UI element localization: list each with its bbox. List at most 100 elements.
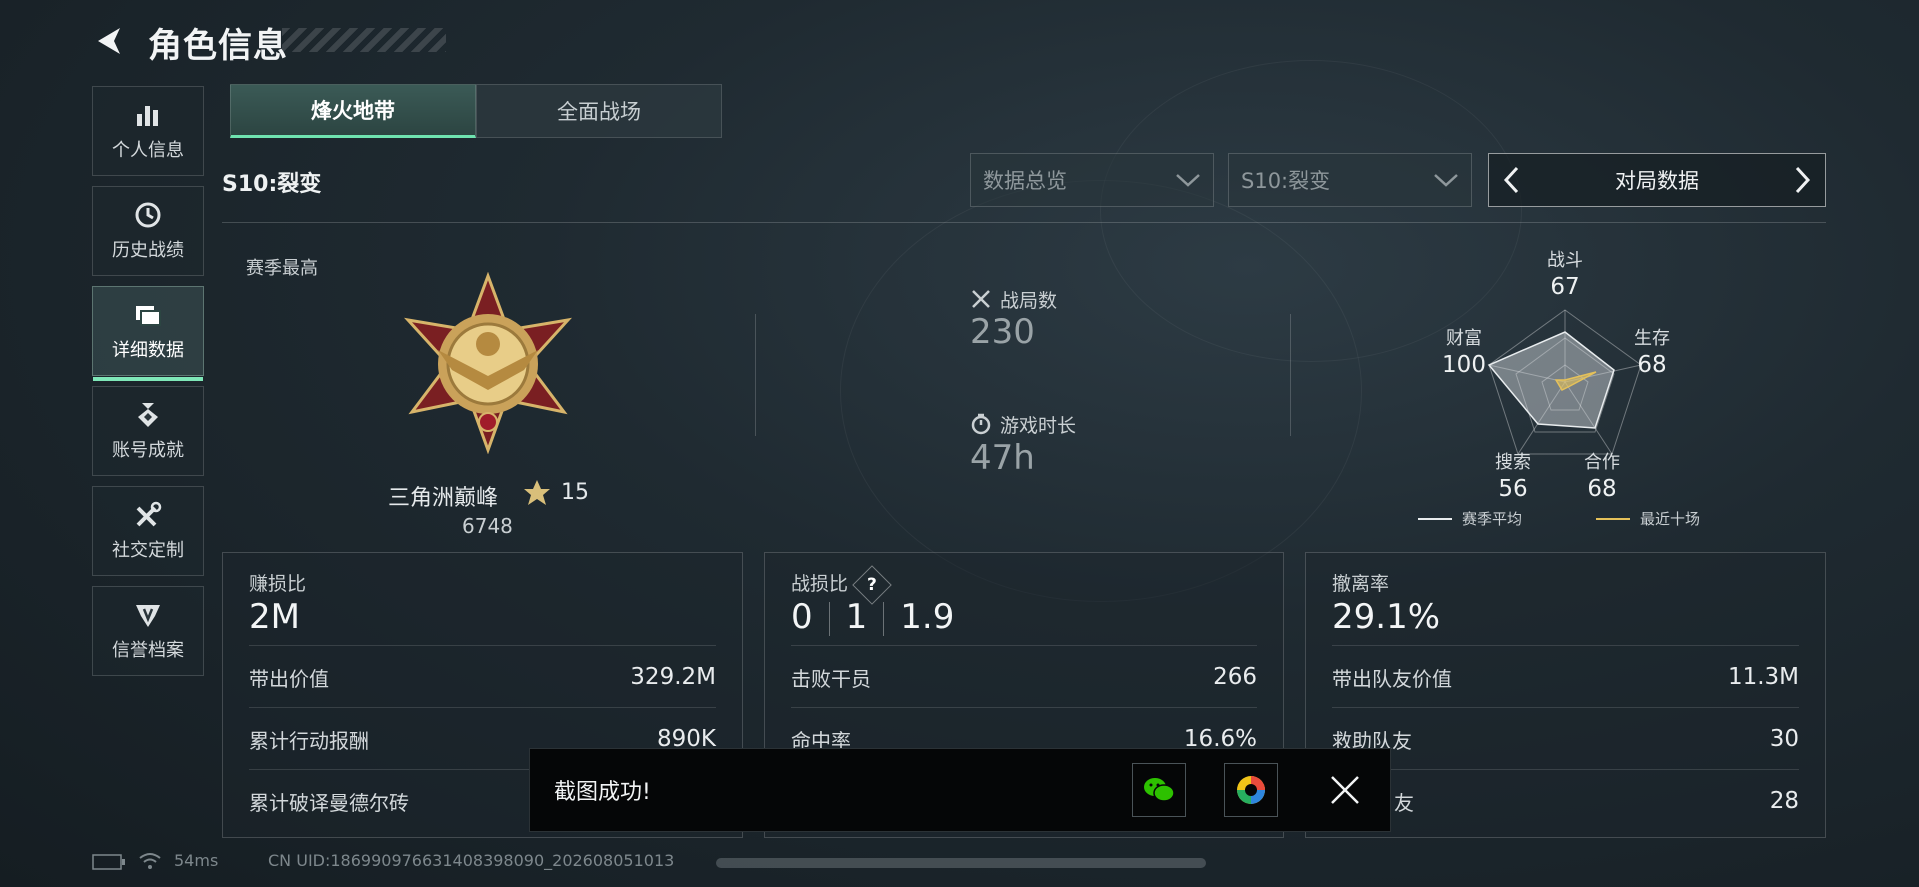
radar-axis-combat-value: 67 — [1550, 274, 1580, 300]
kd-value: 0 — [791, 597, 813, 637]
tab-firezone[interactable]: 烽火地带 — [230, 84, 476, 138]
next-button[interactable] — [1781, 154, 1825, 206]
stat-row-value: 11.3M — [1727, 664, 1799, 690]
panel-title: 撤离率 — [1332, 573, 1390, 595]
playtime-value: 47h — [970, 438, 1035, 478]
kd-value: 1 — [845, 597, 868, 637]
sidebar-item-label: 个人信息 — [112, 140, 184, 161]
horizontal-scrollbar[interactable] — [716, 858, 1206, 868]
radar-axis-survival-value: 68 — [1637, 352, 1667, 378]
rank-badge-icon — [403, 272, 573, 454]
kd-values: 0 1 1.9 — [791, 597, 954, 637]
history-clock-icon — [135, 202, 161, 228]
dropdown-value: 数据总览 — [983, 169, 1067, 193]
legend-season-avg-swatch — [1418, 518, 1452, 520]
kd-value: 1.9 — [900, 597, 955, 637]
sidebar-item-label: 账号成就 — [112, 440, 184, 461]
ping-readout: 54ms — [174, 851, 219, 870]
panel-title: 赚损比 — [249, 573, 307, 595]
moments-aperture-icon — [1237, 776, 1265, 804]
radar-axis-wealth-label: 财富 — [1446, 328, 1482, 349]
title-decoration — [282, 28, 446, 52]
tab-battlefield[interactable]: 全面战场 — [476, 84, 722, 138]
dropdown-value: S10:裂变 — [1241, 169, 1331, 193]
season-dropdown[interactable]: S10:裂变 — [1228, 153, 1472, 207]
help-icon-glyph: ? — [867, 575, 877, 595]
chevron-down-icon — [1434, 174, 1458, 187]
back-arrow-icon[interactable] — [92, 24, 126, 58]
stat-row-value: 329.2M — [630, 664, 716, 690]
rank-name: 三角洲巅峰 — [388, 486, 499, 511]
stat-row: 击败干员 266 — [791, 645, 1257, 708]
sidebar-item-history[interactable]: 历史战绩 — [92, 186, 204, 276]
uid-text: CN UID:18699097663140839809​0_20260805​1… — [268, 851, 675, 870]
share-moments-button[interactable] — [1224, 763, 1278, 817]
radar-axis-survival-label: 生存 — [1634, 328, 1670, 349]
sidebar-item-achievements[interactable]: 账号成就 — [92, 386, 204, 476]
chevron-right-icon — [1795, 166, 1811, 194]
sidebar-item-detailed-data[interactable]: 详细数据 — [92, 286, 204, 381]
radar-axis-combat-label: 战斗 — [1547, 250, 1583, 271]
matches-label: 战局数 — [1000, 290, 1058, 312]
radar-axis-wealth-value: 100 — [1442, 352, 1486, 378]
switcher-label: 对局数据 — [1615, 169, 1699, 193]
bar-chart-icon — [137, 106, 158, 126]
sidebar-item-label: 社交定制 — [112, 540, 184, 561]
legend-recent-ten-label: 最近十场 — [1640, 510, 1701, 528]
sidebar-item-credit[interactable]: 信誉档案 — [92, 586, 204, 676]
rank-star-count: 15 — [561, 480, 589, 505]
panel-title-text: 战损比 — [791, 573, 849, 595]
season-label: S10:裂变 — [222, 172, 322, 197]
legend-season-avg-label: 赛季平均 — [1462, 510, 1523, 528]
star-icon — [524, 480, 550, 505]
stat-row-value: 28 — [1769, 788, 1799, 814]
divider — [1290, 314, 1291, 436]
achievement-medal-icon — [138, 403, 158, 427]
panel-title: 战损比? — [791, 565, 892, 605]
sidebar-item-label: 信誉档案 — [112, 640, 184, 661]
stat-row: 带出价值 329.2M — [249, 645, 716, 708]
radar-axis-search-label: 搜索 — [1495, 452, 1531, 473]
stat-row-label: 累计行动报酬 — [249, 728, 369, 753]
crossed-swords-icon — [972, 290, 990, 308]
sidebar-item-personal-info[interactable]: 个人信息 — [92, 86, 204, 176]
stat-row-label: 带出价值 — [249, 666, 329, 691]
overview-dropdown[interactable]: 数据总览 — [970, 153, 1214, 207]
sidebar-item-label: 详细数据 — [112, 340, 184, 361]
stat-row-value: 266 — [1213, 664, 1257, 690]
stopwatch-icon — [971, 413, 991, 435]
close-toast-button[interactable] — [1328, 773, 1362, 807]
tools-icon — [136, 501, 162, 527]
radar-axis-search-value: 56 — [1498, 476, 1528, 502]
radar-axis-teamwork-label: 合作 — [1584, 452, 1620, 473]
chevron-down-icon — [1176, 174, 1200, 187]
toast-message: 截图成功! — [554, 780, 651, 805]
credit-shield-icon — [136, 605, 160, 627]
screenshot-toast: 截图成功! — [529, 748, 1391, 832]
stat-row: 救助队友 30 — [1332, 707, 1799, 770]
stat-row: 带出队友价值 11.3M — [1332, 645, 1799, 708]
wifi-icon — [139, 853, 161, 869]
chevron-left-icon — [1503, 166, 1519, 194]
close-icon — [1331, 776, 1359, 804]
stat-row: 友 28 — [1332, 769, 1799, 832]
background-ring — [1100, 60, 1522, 362]
wechat-icon — [1144, 778, 1175, 802]
divider — [755, 314, 756, 436]
stat-row-label: 击败干员 — [791, 666, 871, 691]
season-best-label: 赛季最高 — [246, 258, 318, 279]
playtime-label: 游戏时长 — [1000, 415, 1077, 437]
sidebar-item-social[interactable]: 社交定制 — [92, 486, 204, 576]
sidebar-item-label: 历史战绩 — [112, 240, 184, 261]
stat-row-value: 30 — [1769, 726, 1799, 752]
stat-row-label: 累计破译曼德尔砖 — [249, 790, 409, 815]
page-title: 角色信息 — [148, 26, 288, 66]
rank-score: 6748 — [462, 514, 513, 538]
extraction-rate-value: 29.1% — [1332, 597, 1441, 637]
previous-button[interactable] — [1489, 154, 1533, 206]
matches-value: 230 — [970, 312, 1035, 352]
share-wechat-button[interactable] — [1132, 763, 1186, 817]
legend-recent-ten-swatch — [1596, 518, 1630, 520]
kd-separator — [883, 601, 885, 636]
kd-separator — [828, 601, 830, 636]
